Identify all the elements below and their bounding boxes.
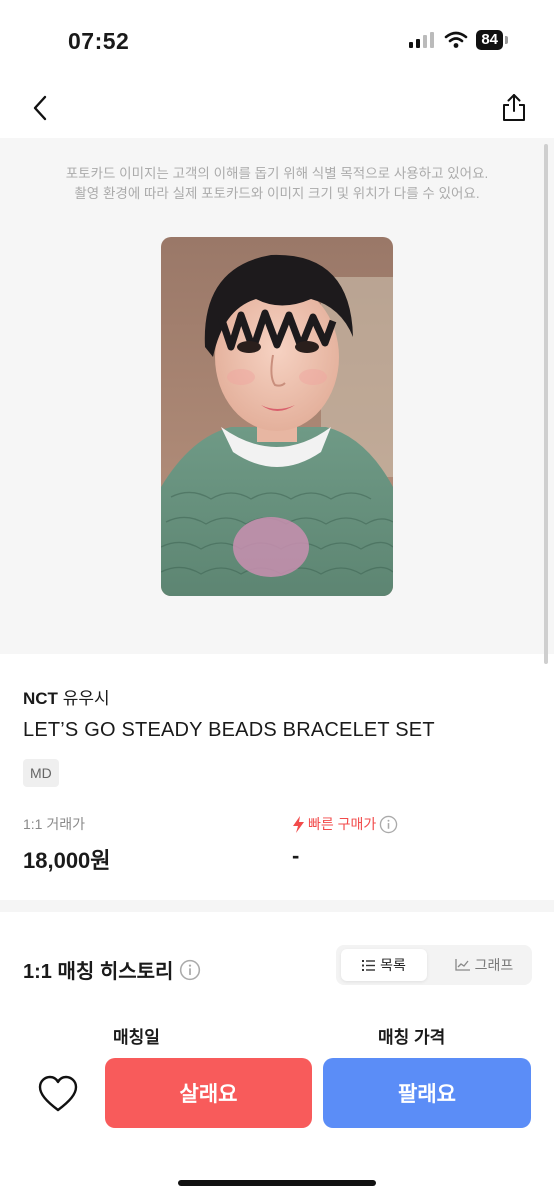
info-icon[interactable]	[179, 959, 201, 981]
product-member: 유우시	[62, 689, 110, 708]
image-notice-line2: 촬영 환경에 따라 실제 포토카드와 이미지 크기 및 위치가 다를 수 있어요…	[74, 186, 480, 201]
battery-level: 84	[476, 30, 503, 50]
toggle-list-label: 목록	[380, 957, 406, 973]
fast-price: 빠른 구매가 -	[292, 814, 398, 869]
image-notice-line1: 포토카드 이미지는 고객의 이해를 돕기 위해 식별 목적으로 사용하고 있어요…	[65, 166, 489, 181]
heart-icon[interactable]	[38, 1075, 78, 1115]
info-icon[interactable]	[379, 815, 398, 834]
bottom-action-bar: 살래요 팔래요	[0, 1058, 554, 1130]
price-row: 1:1 거래가 18,000원 빠른 구매가 -	[23, 814, 531, 874]
home-indicator	[178, 1180, 376, 1186]
trade-price-label: 1:1 거래가	[23, 816, 85, 832]
fast-price-label: 빠른 구매가	[308, 816, 377, 832]
signal-icon	[409, 32, 435, 48]
share-icon[interactable]	[500, 92, 528, 124]
section-divider	[0, 900, 554, 912]
col-match-price: 매칭 가격	[378, 1028, 446, 1047]
buy-button[interactable]: 살래요	[105, 1058, 312, 1128]
product-group: NCT	[23, 689, 58, 708]
photocard-image[interactable]	[161, 237, 393, 596]
category-tag: MD	[23, 759, 59, 787]
toggle-graph-label: 그래프	[474, 957, 514, 973]
product-artist: NCT 유우시	[23, 684, 531, 709]
sell-button[interactable]: 팔래요	[323, 1058, 531, 1128]
wifi-icon	[445, 31, 468, 48]
back-arrow-icon[interactable]	[28, 92, 52, 124]
product-info: NCT 유우시 LET’S GO STEADY BEADS BRACELET S…	[23, 684, 531, 787]
trade-price-value: 18,000원	[23, 848, 111, 873]
battery-indicator: 84	[476, 30, 508, 50]
top-nav	[0, 80, 554, 138]
status-bar: 07:52 84	[0, 0, 554, 80]
fast-price-value: -	[292, 843, 300, 868]
history-title: 1:1 매칭 히스토리	[23, 961, 174, 983]
toggle-graph-button[interactable]: 그래프	[441, 949, 527, 981]
scrollbar[interactable]	[544, 144, 548, 664]
image-notice: 포토카드 이미지는 고객의 이해를 돕기 위해 식별 목적으로 사용하고 있어요…	[0, 164, 554, 204]
chart-icon	[455, 959, 470, 971]
battery-cap	[505, 36, 508, 44]
col-match-date: 매칭일	[113, 1028, 160, 1047]
toggle-list-button[interactable]: 목록	[341, 949, 427, 981]
trade-price: 1:1 거래가 18,000원	[23, 814, 111, 875]
history-title-row: 1:1 매칭 히스토리	[23, 955, 201, 984]
status-time: 07:52	[68, 28, 130, 54]
lightning-icon	[293, 815, 304, 833]
product-image-area: 포토카드 이미지는 고객의 이해를 돕기 위해 식별 목적으로 사용하고 있어요…	[0, 138, 554, 664]
view-toggle: 목록 그래프	[336, 945, 532, 985]
list-icon	[362, 959, 376, 971]
product-name: LET’S GO STEADY BEADS BRACELET SET	[23, 719, 435, 741]
fast-price-label-row: 빠른 구매가	[292, 814, 398, 834]
status-icons: 84	[408, 30, 508, 50]
